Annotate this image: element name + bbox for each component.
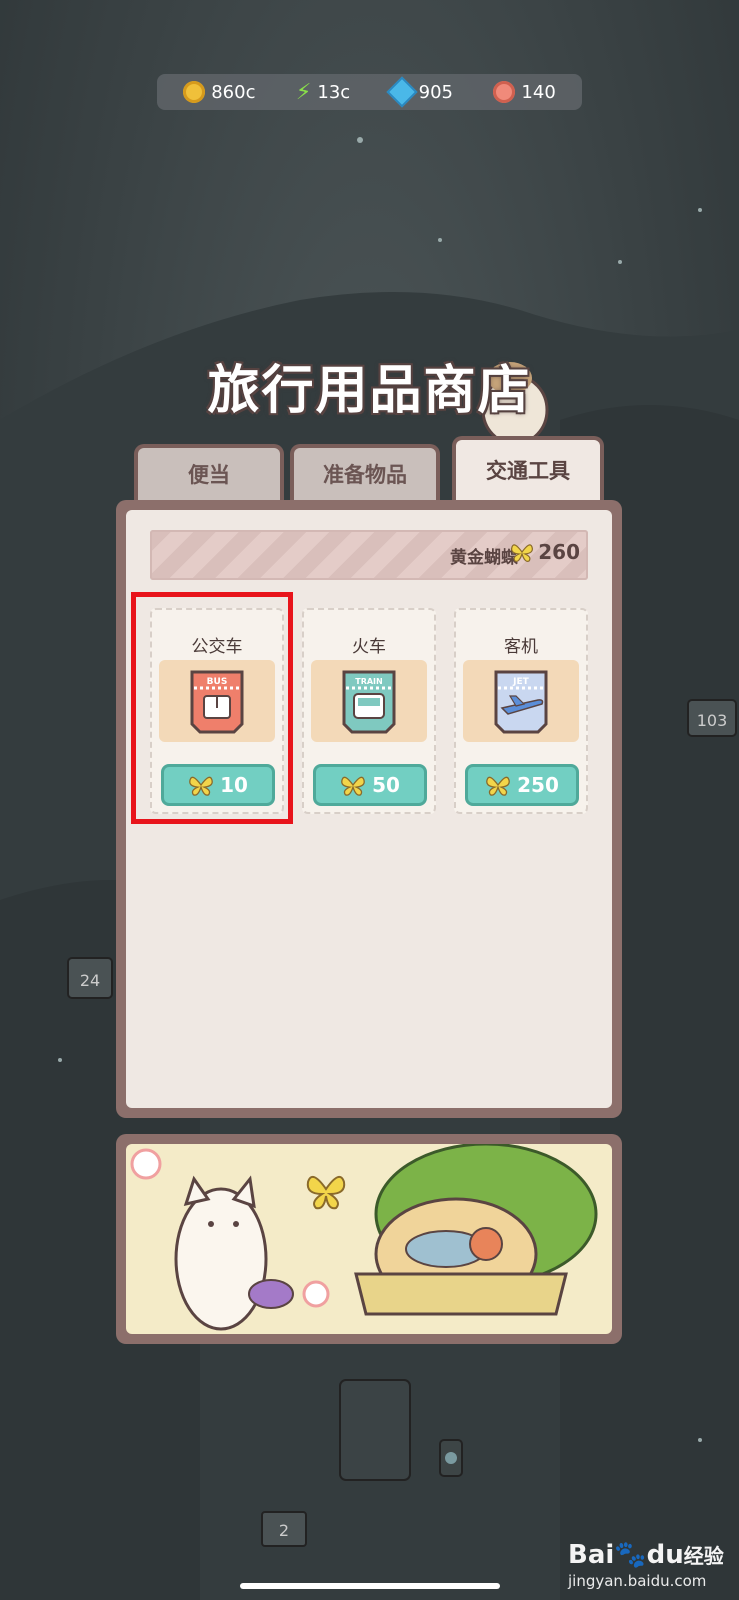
butterfly-icon [486, 776, 510, 796]
jet-icon: JET [494, 670, 548, 734]
currency-coin[interactable]: 860c [183, 81, 255, 103]
banner-count: 260 [538, 540, 580, 564]
butterfly-icon [341, 776, 365, 796]
gem-icon [386, 76, 418, 108]
currency-gem[interactable]: 905 [386, 76, 453, 108]
train-badge: TRAIN [355, 677, 382, 686]
shell-icon [493, 81, 516, 103]
shop-item-jet[interactable]: 客机 JET 250 [454, 608, 588, 814]
paw-icon: 🐾 [614, 1540, 647, 1570]
price-label: 50 [372, 773, 400, 797]
watermark-url: jingyan.baidu.com [568, 1572, 707, 1590]
coin-value: 860c [211, 81, 256, 103]
item-image: TRAIN [311, 660, 427, 742]
butterfly-icon [511, 544, 534, 562]
selection-highlight [131, 592, 293, 824]
home-indicator[interactable] [240, 1583, 500, 1589]
cat-bento-illustration [130, 1144, 598, 1331]
svg-text:24: 24 [80, 971, 100, 990]
watermark-brand2: du [646, 1540, 684, 1570]
gem-value: 905 [418, 81, 453, 103]
price-label: 250 [517, 773, 559, 797]
promo-panel [116, 1134, 622, 1344]
shop-title: 旅行用品商店 [207, 361, 532, 421]
buy-train-button[interactable]: 50 [313, 764, 427, 806]
coin-icon [183, 81, 206, 103]
item-name: 客机 [504, 637, 538, 657]
currency-energy[interactable]: ⚡ 13c [296, 80, 350, 105]
jet-badge: JET [512, 677, 529, 687]
tab-transport[interactable]: 交通工具 [452, 436, 604, 500]
tab-preparation[interactable]: 准备物品 [290, 444, 440, 500]
svg-text:103: 103 [697, 711, 728, 730]
baidu-watermark: Bai🐾du经验 [568, 1540, 724, 1570]
currency-bar: 860c ⚡ 13c 905 140 [157, 74, 582, 110]
banner-count-group: 260 [510, 540, 580, 564]
promo-illustration [126, 1144, 612, 1334]
banner-label: 黄金蝴蝶 [450, 548, 518, 568]
energy-value: 13c [317, 81, 351, 103]
watermark-brand: Bai [568, 1540, 615, 1570]
currency-shell[interactable]: 140 [493, 81, 556, 103]
golden-butterfly-banner: 黄金蝴蝶 260 [150, 530, 588, 580]
shell-value: 140 [521, 81, 556, 103]
item-name: 火车 [352, 637, 386, 657]
shop-item-train[interactable]: 火车 TRAIN 50 [302, 608, 436, 814]
train-icon: TRAIN [342, 670, 396, 734]
tab-bento[interactable]: 便当 [134, 444, 284, 500]
watermark-brand3: 经验 [683, 1544, 724, 1568]
lightning-icon: ⚡ [295, 79, 312, 105]
buy-jet-button[interactable]: 250 [465, 764, 579, 806]
item-image: JET [463, 660, 579, 742]
svg-text:2: 2 [279, 1521, 289, 1540]
